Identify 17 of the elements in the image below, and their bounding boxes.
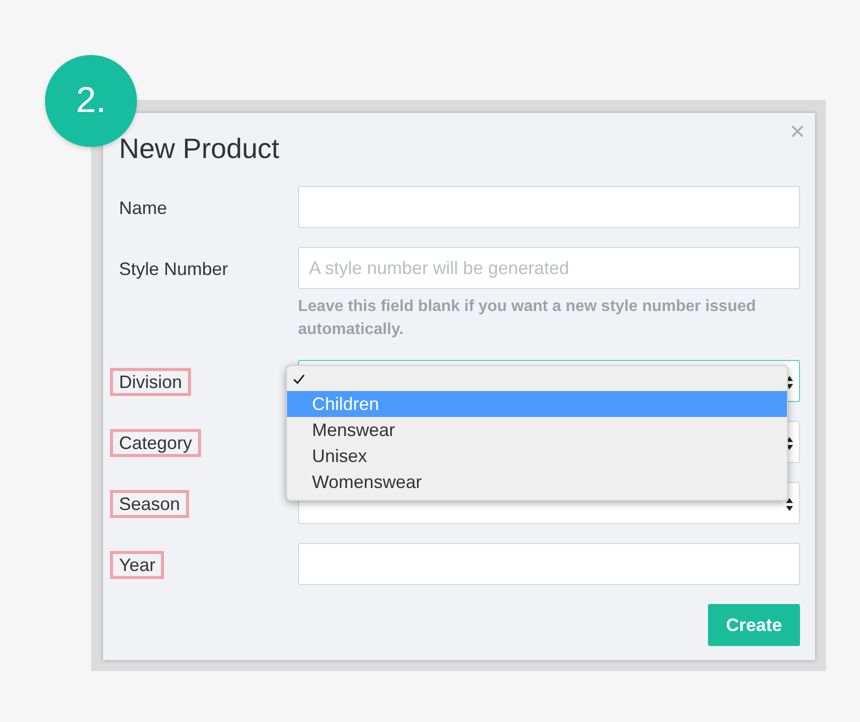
select-arrows-icon (786, 437, 793, 450)
check-icon (293, 374, 305, 384)
select-arrows-icon (786, 376, 793, 389)
dropdown-option[interactable]: Menswear (287, 417, 787, 443)
field-label: Season (110, 490, 190, 518)
help-text: Leave this field blank if you want a new style number issued automatically. (298, 297, 757, 340)
dropdown-option[interactable]: Womenswear (287, 469, 787, 495)
select-arrows-icon (786, 498, 793, 511)
text-input[interactable] (298, 543, 800, 585)
text-input[interactable] (298, 186, 800, 228)
field-label: Division (110, 368, 192, 396)
field-label: Year (110, 551, 164, 579)
field-label: Name (118, 197, 168, 220)
text-input[interactable]: A style number will be generated (298, 247, 800, 289)
field-label: Style Number (118, 258, 230, 281)
dropdown-option[interactable]: Unisex (287, 443, 787, 469)
field-label: Category (110, 429, 202, 457)
